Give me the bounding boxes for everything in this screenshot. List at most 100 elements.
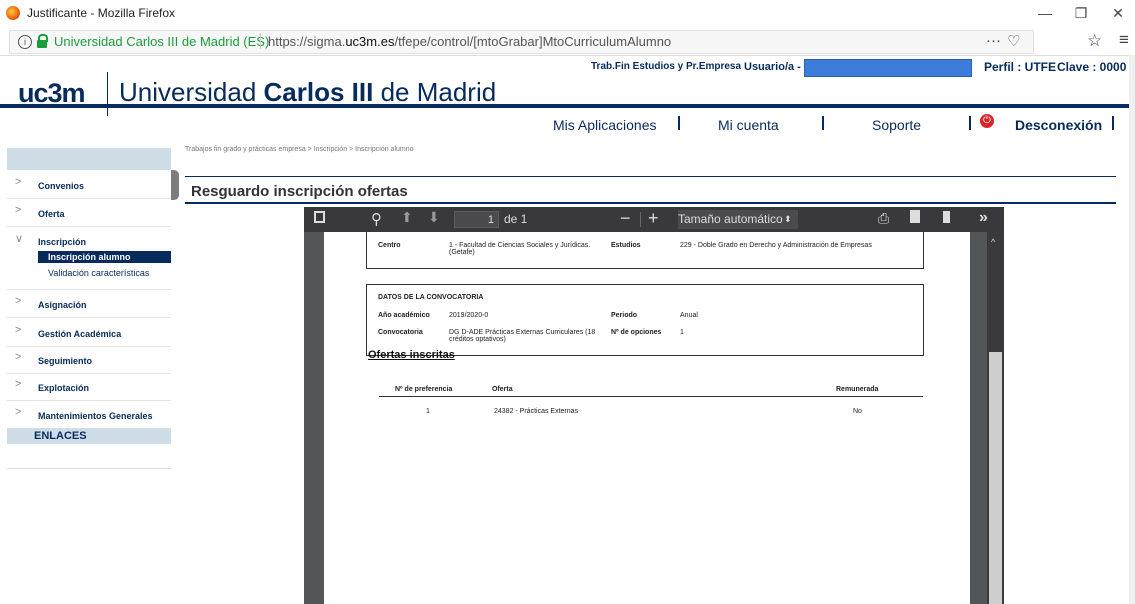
pdf-viewer[interactable]: ⚲ ⬆ ⬇ 1 de 1 − + Tamaño automático ⬍ ⎙ »… — [304, 207, 1004, 604]
sidebar-item-convenios[interactable]: > Convenios — [7, 171, 171, 199]
nav-separator — [1112, 116, 1114, 130]
logo-pre: Universidad — [119, 77, 264, 107]
download-icon[interactable] — [910, 210, 920, 223]
table-header-rule — [379, 396, 923, 397]
previous-page-icon[interactable]: ⬆ — [401, 209, 413, 226]
site-identity[interactable]: Universidad Carlos III de Madrid (ES) — [54, 34, 269, 49]
zoom-in-icon[interactable]: + — [648, 208, 659, 229]
zoom-out-icon[interactable]: − — [620, 208, 631, 229]
minimize-button[interactable]: — — [1030, 3, 1060, 23]
zoom-select-value: Tamaño automático — [678, 212, 783, 226]
page-scrollbar[interactable] — [1129, 55, 1135, 604]
url-toolbar: i Universidad Carlos III de Madrid (ES) … — [0, 27, 1135, 56]
scroll-up-icon[interactable]: ^ — [991, 237, 995, 247]
sidebar-item-label: Oferta — [38, 209, 65, 219]
table-cell-remunerada: No — [853, 408, 862, 415]
clave-label: Clave : 0000 — [1057, 60, 1127, 74]
table-header-oferta: Oferta — [492, 386, 513, 393]
opciones-label: Nº de opciones — [611, 329, 662, 336]
page-number-input[interactable]: 1 — [454, 211, 499, 228]
url-domain: uc3m.es — [345, 34, 395, 49]
sidebar-item-mantenimientos[interactable]: > Mantenimientos Generales — [7, 401, 171, 429]
estudios-label: Estudios — [611, 242, 641, 249]
chevron-right-icon: > — [15, 295, 22, 307]
centro-value: 1 - Facultad de Ciencias Sociales y Jurí… — [449, 242, 591, 256]
chevron-down-icon: ⬍ — [784, 214, 792, 224]
print-icon[interactable]: ⎙ — [878, 210, 889, 227]
sidebar-subitem-validacion[interactable]: Validación características — [48, 268, 149, 278]
sidebar-item-oferta[interactable]: > Oferta — [7, 199, 171, 227]
page-title: Resguardo inscripción ofertas — [191, 183, 408, 200]
url-separator — [260, 33, 261, 49]
tools-menu-icon[interactable]: » — [979, 209, 988, 227]
sidebar-item-label: Convenios — [38, 181, 85, 191]
sidebar-item-label: Asignación — [38, 300, 87, 310]
nav-mi-cuenta[interactable]: Mi cuenta — [718, 117, 779, 133]
nav-mis-aplicaciones[interactable]: Mis Aplicaciones — [553, 117, 657, 133]
periodo-value: Anual — [680, 312, 698, 319]
perfil-label: Perfil : UTFE — [984, 60, 1057, 74]
sidebar-item-label: Inscripción — [38, 237, 87, 247]
chevron-right-icon: > — [15, 351, 22, 363]
page-actions-button[interactable]: ··· — [986, 32, 1001, 49]
url-prefix: https://sigma. — [268, 34, 346, 49]
sidebar-collapse-handle[interactable] — [171, 170, 179, 200]
chevron-right-icon: > — [15, 406, 22, 418]
convocatoria-heading: DATOS DE LA CONVOCATORIA — [378, 294, 484, 301]
pdf-toolbar: ⚲ ⬆ ⬇ 1 de 1 − + Tamaño automático ⬍ ⎙ » — [304, 207, 1004, 232]
window-title: Justificante - Mozilla Firefox — [27, 6, 176, 20]
nav-separator — [969, 116, 971, 130]
chevron-down-icon: ∨ — [15, 233, 24, 245]
sidebar-item-asignacion[interactable]: > Asignación — [7, 290, 171, 318]
chevron-right-icon: > — [15, 324, 22, 336]
address-bar[interactable]: i Universidad Carlos III de Madrid (ES) … — [9, 30, 1034, 54]
url-text[interactable]: https://sigma.uc3m.es/tfepe/control/[mto… — [268, 34, 671, 49]
nav-separator — [678, 116, 680, 130]
convocatoria-value: DG D-ADE Prácticas Externas Curriculares… — [449, 329, 596, 343]
section-rule-bottom — [185, 202, 1116, 204]
sidebar-links-header[interactable]: ENLACES — [7, 428, 171, 444]
power-icon[interactable]: ⏻ — [980, 114, 994, 128]
chevron-right-icon: > — [15, 204, 22, 216]
table-header-preferencia: Nº de preferencia — [395, 386, 453, 393]
sidebar-item-label: Mantenimientos Generales — [38, 411, 153, 421]
nav-soporte[interactable]: Soporte — [872, 117, 921, 133]
toolbar-separator — [640, 212, 641, 227]
sidebar-links-label: ENLACES — [34, 430, 87, 442]
lock-icon[interactable] — [37, 34, 48, 48]
sidebar-subitem-inscripcion-alumno[interactable]: Inscripción alumno — [38, 251, 171, 263]
bookmark-star-icon[interactable]: ☆ — [1087, 31, 1102, 51]
section-rule-top — [185, 176, 1116, 177]
sidebar-item-explotacion[interactable]: > Explotación — [7, 373, 171, 401]
restore-button[interactable]: ❐ — [1066, 3, 1096, 23]
menu-icon[interactable]: ≡ — [1119, 30, 1129, 50]
logo-bold: Carlos III — [263, 77, 374, 107]
zoom-select[interactable]: Tamaño automático ⬍ — [678, 210, 798, 229]
sidebar-item-gestion-academica[interactable]: > Gestión Académica — [7, 319, 171, 347]
opciones-value: 1 — [680, 329, 684, 336]
url-path: /tfepe/control/[mtoGrabar]MtoCurriculumA… — [394, 34, 672, 49]
next-page-icon[interactable]: ⬇ — [428, 209, 440, 226]
window-titlebar: Justificante - Mozilla Firefox — ❐ ✕ — [0, 0, 1135, 27]
sidebar-item-label: Gestión Académica — [38, 329, 122, 339]
user-name-redacted — [804, 59, 972, 77]
nav-separator — [822, 116, 824, 130]
sidebar-item-seguimiento[interactable]: > Seguimiento — [7, 346, 171, 374]
close-button[interactable]: ✕ — [1103, 3, 1133, 23]
search-icon[interactable]: ⚲ — [371, 210, 382, 228]
firefox-icon — [6, 6, 20, 20]
bookmark-icon[interactable] — [943, 211, 950, 223]
sidebar-toggle-icon[interactable] — [314, 211, 325, 223]
user-label: Usuario/a - — [744, 61, 801, 73]
centro-label: Centro — [378, 242, 401, 249]
pdf-scrollbar-thumb[interactable] — [989, 352, 1002, 604]
pocket-icon[interactable]: ♡ — [1007, 32, 1020, 50]
sidebar-item-label: Explotación — [38, 383, 90, 393]
logout-link[interactable]: Desconexión — [1015, 117, 1102, 133]
sidebar-subitem-label: Inscripción alumno — [48, 252, 131, 262]
chevron-right-icon: > — [15, 176, 22, 188]
info-icon[interactable]: i — [18, 35, 32, 49]
breadcrumb[interactable]: Trabajos fin grado y prácticas empresa >… — [185, 146, 414, 153]
logo-post: de Madrid — [373, 77, 497, 107]
header-rule — [0, 104, 1129, 108]
